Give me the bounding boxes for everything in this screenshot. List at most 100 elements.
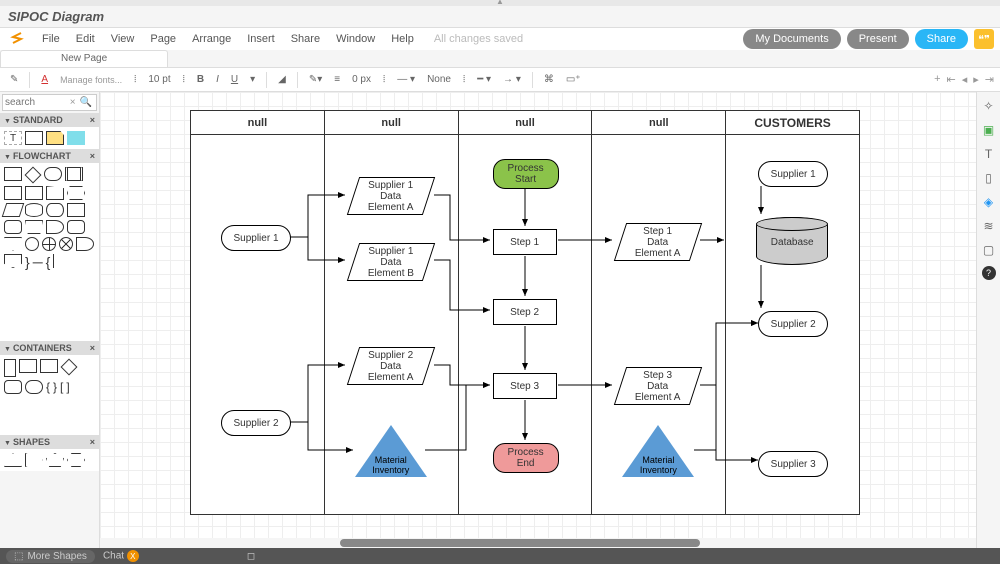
lane-4[interactable]: Step 1DataElement A Step 3DataElement A … <box>592 135 726 515</box>
shape-line[interactable]: ─ <box>33 254 43 270</box>
shape-offpage[interactable] <box>4 254 22 268</box>
shape-delay[interactable] <box>46 220 64 234</box>
first-page-icon[interactable]: ⇤ <box>947 73 956 86</box>
panel-standard[interactable]: ▼STANDARD× <box>0 113 99 127</box>
shape-bracket2[interactable]: ] <box>66 380 69 394</box>
shape-brace-close[interactable]: { <box>46 254 51 270</box>
shape-brace-cont[interactable]: { <box>46 380 50 394</box>
tab-newpage[interactable]: New Page <box>0 50 168 67</box>
clear-search-icon[interactable]: × <box>68 97 78 108</box>
node-supplier1[interactable]: Supplier 1 <box>221 225 291 251</box>
shape-merge[interactable] <box>4 237 22 251</box>
present-button[interactable]: Present <box>847 29 909 49</box>
lane-1[interactable]: Supplier 1 Supplier 2 <box>191 135 325 515</box>
shape-prep[interactable] <box>67 186 85 200</box>
shape-sum[interactable] <box>59 237 73 251</box>
feedback-icon[interactable]: ❝❞ <box>974 29 994 49</box>
border-width[interactable]: 0 px <box>348 72 375 87</box>
panel-flowchart[interactable]: ▼FLOWCHART× <box>0 149 99 163</box>
node-process-start[interactable]: ProcessStart <box>493 159 559 189</box>
shape-intstorage[interactable] <box>67 203 85 217</box>
node-step1[interactable]: Step 1 <box>493 229 557 255</box>
text-color-icon[interactable]: A <box>37 72 52 87</box>
shape-manual[interactable] <box>46 186 64 200</box>
shape-or[interactable] <box>42 237 56 251</box>
image-icon[interactable]: ▣ <box>981 122 997 138</box>
diagram[interactable]: null null null null CUSTOMERS Supplier 1… <box>190 110 970 530</box>
my-documents-button[interactable]: My Documents <box>743 29 840 49</box>
menu-view[interactable]: View <box>103 33 143 45</box>
font-size[interactable]: 10 pt <box>144 72 174 87</box>
node-step3data[interactable]: Step 3DataElement A <box>614 367 702 405</box>
underline-button[interactable]: U <box>227 72 242 87</box>
shape-pent[interactable] <box>46 453 64 467</box>
shape-brace-cont2[interactable]: } <box>53 380 57 394</box>
window-restore-icon[interactable]: ◻ <box>247 551 255 562</box>
line-type[interactable]: ━ ▾ <box>473 72 495 87</box>
shape-db[interactable] <box>25 203 43 217</box>
shape-doc[interactable] <box>4 186 22 200</box>
arrow-start[interactable]: None <box>423 72 455 87</box>
shape-tri[interactable] <box>4 453 22 467</box>
swimlanes[interactable]: null null null null CUSTOMERS Supplier 1… <box>190 110 860 515</box>
menu-window[interactable]: Window <box>328 33 383 45</box>
line-color-icon[interactable]: ✎▾ <box>305 72 326 87</box>
menu-file[interactable]: File <box>34 33 68 45</box>
h-scroll-thumb[interactable] <box>340 539 700 547</box>
lane-2[interactable]: Supplier 1DataElement A Supplier 1DataEl… <box>324 135 458 515</box>
arrow-end[interactable]: → ▾ <box>499 72 525 87</box>
app-logo-icon[interactable] <box>6 28 28 50</box>
shape-note[interactable] <box>46 131 64 145</box>
shape-display[interactable] <box>76 237 94 251</box>
line-style[interactable]: — ▾ <box>393 72 419 87</box>
lane-header-3[interactable]: null <box>458 111 592 135</box>
h-scrollbar[interactable] <box>100 538 976 548</box>
node-step3[interactable]: Step 3 <box>493 373 557 399</box>
shape-pill-cont[interactable] <box>25 380 43 394</box>
shape-hex[interactable] <box>67 453 85 467</box>
menu-help[interactable]: Help <box>383 33 422 45</box>
font-select[interactable]: Manage fonts... <box>56 73 126 87</box>
smart-icon[interactable]: ✧ <box>981 98 997 114</box>
doc-title[interactable]: SIPOC Diagram <box>8 9 104 24</box>
shape-brace-open[interactable]: } <box>25 254 30 270</box>
node-cust1[interactable]: Supplier 1 <box>758 161 828 187</box>
lane-header-4[interactable]: null <box>592 111 726 135</box>
node-cust3[interactable]: Supplier 3 <box>758 451 828 477</box>
menu-page[interactable]: Page <box>142 33 184 45</box>
shape-text[interactable]: T <box>4 131 22 145</box>
chat-button[interactable]: Chat X <box>103 550 139 562</box>
shape-swimv[interactable] <box>19 359 37 373</box>
node-step2[interactable]: Step 2 <box>493 299 557 325</box>
shape-note2[interactable] <box>53 254 71 268</box>
shape-diamond-cont[interactable] <box>61 359 78 376</box>
shape-connector[interactable] <box>25 237 39 251</box>
font-size-stepper2[interactable]: ⦙ <box>179 72 189 87</box>
lane-3[interactable]: ProcessStart Step 1 Step 2 Step 3 Proces… <box>458 135 592 515</box>
layers-icon[interactable]: ≋ <box>981 218 997 234</box>
node-s1dataA[interactable]: Supplier 1DataElement A <box>347 177 435 215</box>
lane-header-5[interactable]: CUSTOMERS <box>726 111 860 135</box>
text-tool-icon[interactable]: T <box>981 146 997 162</box>
shape-multidoc[interactable] <box>25 186 43 200</box>
data-icon[interactable]: ◈ <box>981 194 997 210</box>
menu-share[interactable]: Share <box>283 33 328 45</box>
italic-button[interactable]: I <box>212 72 223 87</box>
border-stepper[interactable]: ⦙ <box>379 72 389 87</box>
shape-swimh[interactable] <box>4 359 16 377</box>
menu-arrange[interactable]: Arrange <box>184 33 239 45</box>
node-cust2[interactable]: Supplier 2 <box>758 311 828 337</box>
present-icon[interactable]: ▢ <box>981 242 997 258</box>
node-s2dataA[interactable]: Supplier 2DataElement A <box>347 347 435 385</box>
node-step1data[interactable]: Step 1DataElement A <box>614 223 702 261</box>
canvas[interactable]: null null null null CUSTOMERS Supplier 1… <box>100 92 976 548</box>
add-page-icon[interactable]: + <box>934 73 940 86</box>
layer-icon[interactable]: ▭⁺ <box>562 72 585 87</box>
shape-search[interactable]: × 🔍 <box>2 94 97 111</box>
prev-page-icon[interactable]: ◂ <box>962 73 968 86</box>
page-icon[interactable]: ▯ <box>981 170 997 186</box>
panel-containers[interactable]: ▼CONTAINERS× <box>0 341 99 355</box>
font-size-stepper[interactable]: ⦙ <box>130 72 140 87</box>
search-icon[interactable]: 🔍 <box>78 97 94 108</box>
shape-process[interactable] <box>4 167 22 181</box>
